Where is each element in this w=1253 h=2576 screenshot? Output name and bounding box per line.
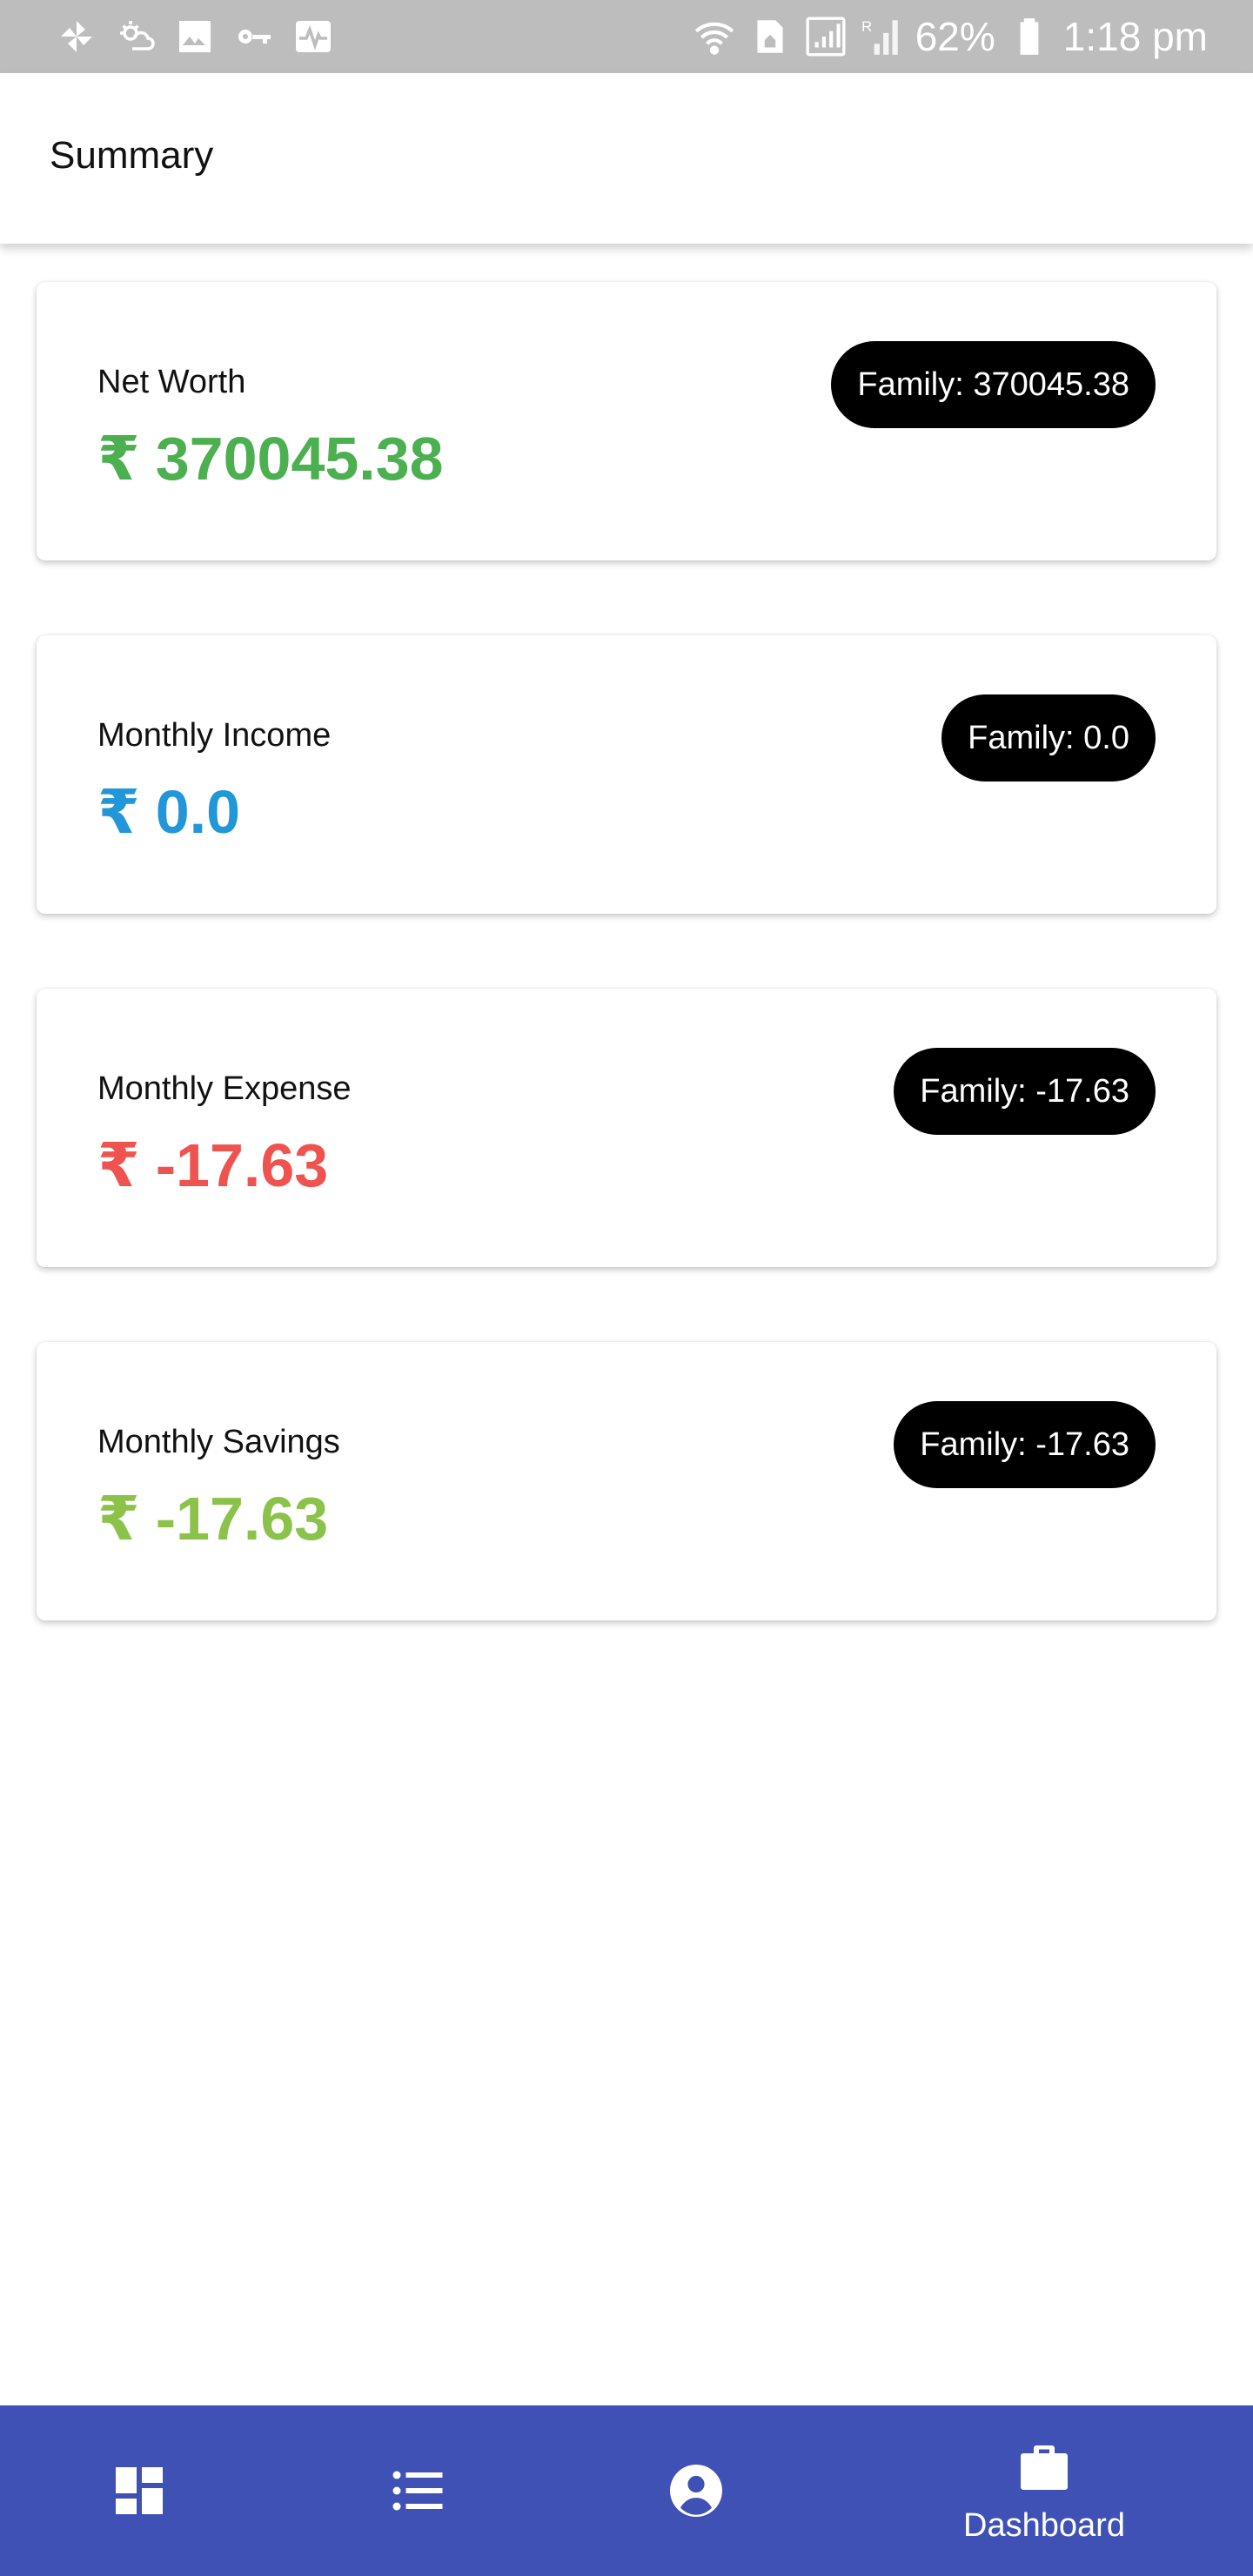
account-circle-icon — [670, 2465, 722, 2517]
nav-item-dashboard[interactable]: Dashboard — [922, 2405, 1166, 2576]
card-amount: -17.63 — [155, 1131, 329, 1199]
home-sim-icon — [757, 20, 783, 53]
family-badge: Family: 370045.38 — [831, 341, 1156, 428]
status-right: R 62% 1:18 pm — [693, 7, 1208, 66]
dashboard-grid-icon — [116, 2467, 163, 2514]
card-value: ₹ 370045.38 — [97, 423, 444, 494]
family-badge: Family: -17.63 — [894, 1401, 1156, 1488]
card-amount: -17.63 — [155, 1485, 329, 1553]
card-value: ₹ -17.63 — [97, 1130, 328, 1201]
bottom-navigation: Dashboard — [0, 2405, 1253, 2576]
roaming-signal-icon: R — [861, 18, 898, 55]
image-icon — [179, 21, 211, 52]
list-icon — [392, 2471, 443, 2511]
nav-label-dashboard: Dashboard — [963, 2506, 1125, 2544]
signal-icon — [806, 17, 846, 57]
card-title: Net Worth — [97, 364, 246, 400]
card-value: ₹ -17.63 — [97, 1483, 328, 1554]
nav-item-list[interactable] — [348, 2405, 487, 2576]
card-amount: 0.0 — [155, 778, 241, 846]
wifi-icon — [694, 22, 734, 55]
screen: R 62% 1:18 pm Summary Net Worth ₹ 370045… — [0, 0, 1253, 2576]
monthly-income-card[interactable]: Monthly Income ₹ 0.0 Family: 0.0 — [37, 635, 1216, 914]
briefcase-icon — [1021, 2445, 1068, 2490]
status-bar: R 62% 1:18 pm — [0, 0, 1253, 73]
card-title: Monthly Expense — [97, 1070, 352, 1107]
card-amount: 370045.38 — [155, 425, 444, 493]
status-left-icons — [56, 16, 334, 57]
card-title: Monthly Income — [97, 717, 332, 754]
rupee-symbol: ₹ — [97, 778, 140, 846]
svg-text:R: R — [861, 18, 872, 35]
card-value: ₹ 0.0 — [97, 776, 240, 848]
app-bar: Summary — [0, 73, 1253, 244]
family-badge: Family: -17.63 — [894, 1048, 1156, 1135]
weather-icon — [120, 21, 155, 50]
status-time: 1:18 pm — [1062, 14, 1208, 59]
pinwheel-icon — [61, 21, 92, 52]
monthly-expense-card[interactable]: Monthly Expense ₹ -17.63 Family: -17.63 — [37, 989, 1216, 1267]
nav-item-grid[interactable] — [70, 2405, 209, 2576]
rupee-symbol: ₹ — [97, 1485, 140, 1553]
battery-icon — [1020, 18, 1039, 55]
monthly-savings-card[interactable]: Monthly Savings ₹ -17.63 Family: -17.63 — [37, 1342, 1216, 1620]
card-title: Monthly Savings — [97, 1424, 340, 1460]
battery-percentage: 62% — [915, 14, 995, 59]
rupee-symbol: ₹ — [97, 1131, 140, 1199]
family-badge: Family: 0.0 — [941, 694, 1156, 782]
page-title: Summary — [50, 134, 214, 177]
nav-item-account[interactable] — [626, 2405, 766, 2576]
activity-icon — [296, 21, 331, 52]
net-worth-card[interactable]: Net Worth ₹ 370045.38 Family: 370045.38 — [37, 282, 1216, 560]
key-icon — [238, 30, 271, 44]
rupee-symbol: ₹ — [97, 425, 140, 493]
